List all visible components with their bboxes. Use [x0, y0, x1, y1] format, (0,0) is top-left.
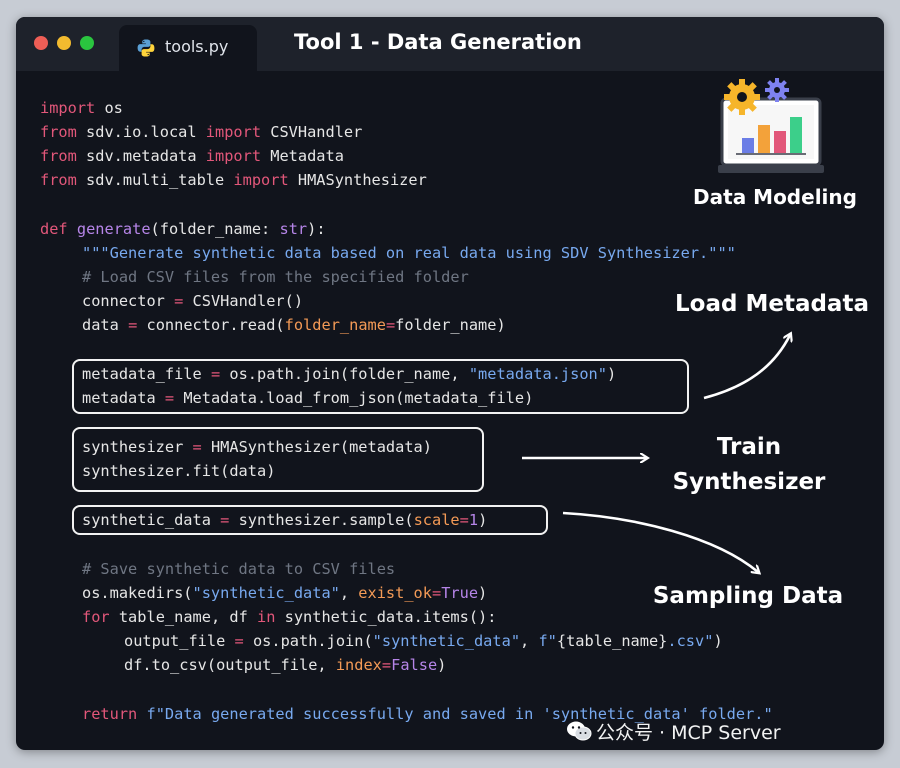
- code-window: tools.py Tool 1 - Data Generation import…: [16, 17, 884, 750]
- watermark-text: 公众号 · MCP Server: [596, 722, 781, 744]
- arrow-load-metadata: [703, 335, 790, 400]
- chart-monitor-gears-icon: [718, 78, 824, 173]
- label-load-metadata: Load Metadata: [675, 291, 869, 317]
- label-sampling-data: Sampling Data: [652, 583, 844, 609]
- label-data-modeling: Data Modeling: [693, 185, 857, 209]
- label-synthesizer: Synthesizer: [672, 469, 826, 495]
- wechat-icon: [567, 721, 592, 741]
- arrow-sampling-data: [562, 511, 758, 572]
- label-train: Train: [716, 434, 782, 460]
